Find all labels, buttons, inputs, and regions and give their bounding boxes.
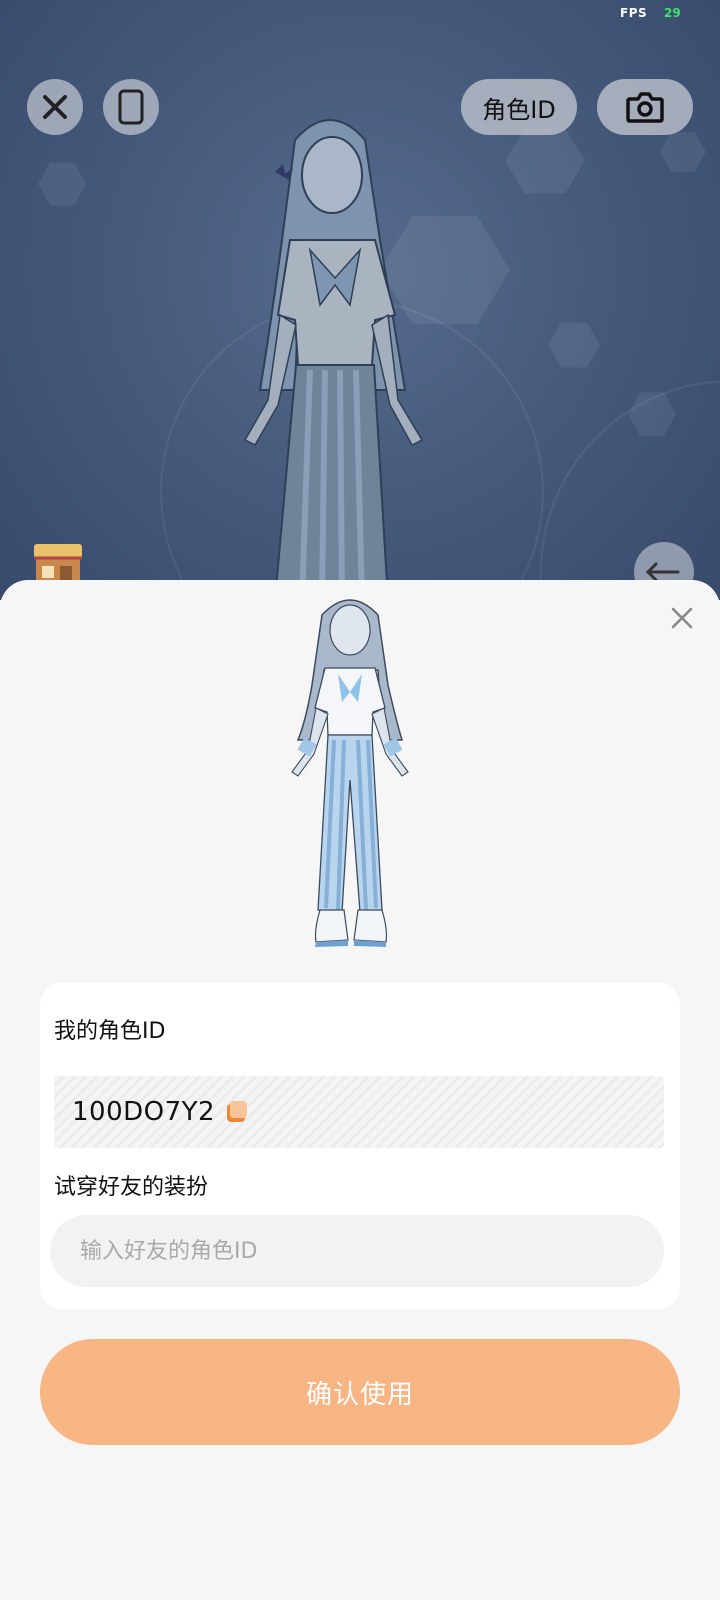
close-scene-button[interactable] — [27, 79, 83, 135]
confirm-use-button[interactable]: 确认使用 — [40, 1339, 680, 1445]
fps-label: FPS — [620, 6, 648, 20]
avatar-preview — [291, 599, 409, 947]
role-id-sheet: 我的角色ID 100DO7Y2 试穿好友的装扮 确认使用 — [0, 580, 720, 1600]
phone-frame-icon — [118, 89, 144, 125]
sheet-close-icon[interactable] — [668, 604, 696, 632]
fps-value: 29 — [664, 6, 681, 20]
decor-hex — [548, 322, 600, 368]
copy-icon[interactable] — [225, 1100, 249, 1124]
my-role-id-value: 100DO7Y2 — [72, 1097, 216, 1127]
role-id-card: 我的角色ID 100DO7Y2 试穿好友的装扮 — [40, 983, 680, 1309]
decor-hex — [38, 162, 86, 206]
close-icon — [43, 95, 67, 119]
decor-hex — [660, 132, 706, 172]
role-id-button[interactable]: 角色ID — [461, 79, 577, 135]
my-role-id-label: 我的角色ID — [54, 1019, 166, 1044]
device-frame-button[interactable] — [103, 79, 159, 135]
camera-button[interactable] — [597, 79, 693, 135]
friend-role-id-input[interactable] — [50, 1215, 664, 1287]
my-role-id-box: 100DO7Y2 — [54, 1076, 664, 1148]
scene-avatar[interactable] — [200, 100, 460, 600]
decor-hex — [505, 128, 585, 194]
camera-icon — [626, 92, 664, 123]
tryon-friend-label: 试穿好友的装扮 — [54, 1175, 209, 1200]
